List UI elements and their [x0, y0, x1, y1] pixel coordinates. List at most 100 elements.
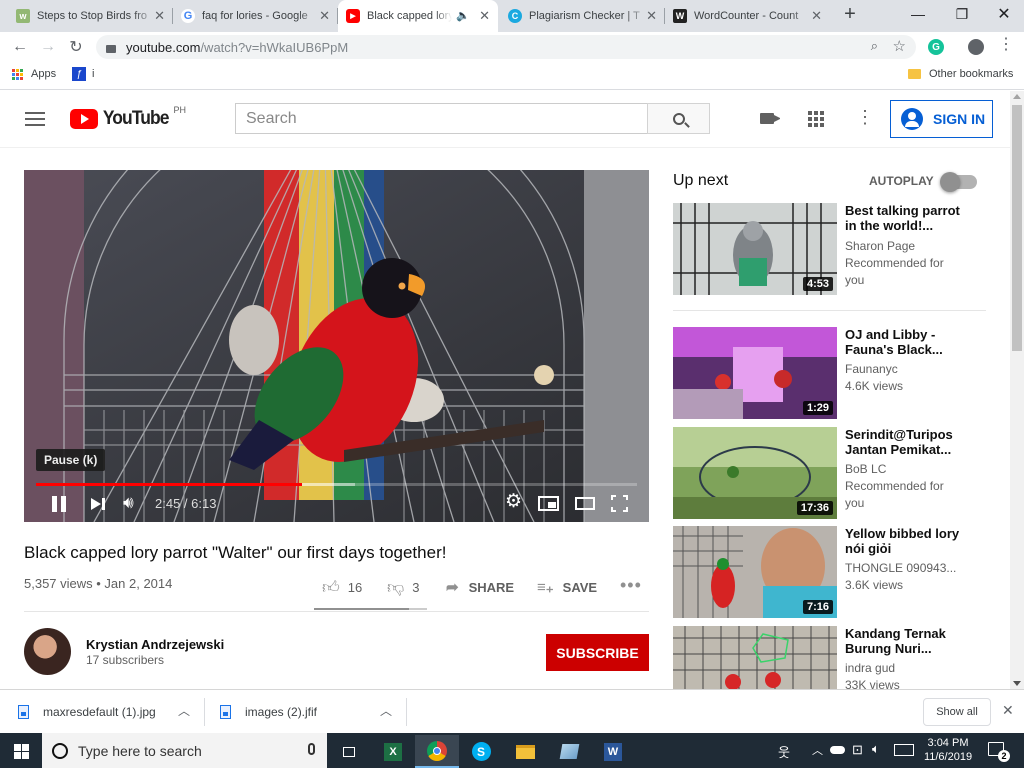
- recommended-video[interactable]: 7:16 Yellow bibbed lory nói giỏi THONGLE…: [673, 526, 1013, 618]
- progress-bar-track[interactable]: [36, 483, 637, 486]
- chrome-app-icon[interactable]: [415, 735, 459, 768]
- bookmark-star-icon[interactable]: ☆: [893, 37, 906, 55]
- menu-dots-icon[interactable]: ⋮: [998, 37, 1014, 53]
- people-icon[interactable]: 웃: [778, 742, 790, 761]
- page-scrollbar[interactable]: [1010, 91, 1024, 689]
- restore-button[interactable]: ❐: [942, 0, 982, 28]
- volume-tray-icon[interactable]: 🔈︎: [872, 741, 880, 757]
- dislike-button[interactable]: 👎︎ 3: [387, 577, 420, 598]
- share-button[interactable]: ➦ SHARE: [446, 578, 514, 596]
- chevron-up-icon[interactable]: ︿: [178, 702, 190, 719]
- create-video-icon[interactable]: [760, 113, 780, 124]
- show-all-button[interactable]: Show all: [923, 698, 991, 726]
- channel-name[interactable]: Krystian Andrzejewski: [86, 637, 224, 652]
- close-window-button[interactable]: ✕: [984, 0, 1024, 28]
- excel-app-icon[interactable]: X: [371, 735, 415, 768]
- windows-start-icon[interactable]: [0, 735, 42, 768]
- other-bookmarks[interactable]: Other bookmarks: [908, 68, 1013, 80]
- video-duration: 4:53: [802, 277, 833, 291]
- plagiarism-icon: C: [508, 9, 522, 23]
- bookmark-item[interactable]: ƒ i: [72, 67, 94, 81]
- video-thumbnail[interactable]: 7:16: [673, 526, 837, 618]
- back-arrow-icon[interactable]: ←: [8, 36, 32, 58]
- video-thumbnail[interactable]: 1:29: [673, 327, 837, 419]
- settings-gear-icon[interactable]: ⚙: [505, 492, 522, 512]
- tab-plagiarism-checker[interactable]: C Plagiarism Checker | T ✕: [500, 0, 665, 32]
- recommended-video[interactable]: 17:36 Serindit@Turipos Jantan Pemikat...…: [673, 427, 1013, 519]
- browser-tab-strip: w Steps to Stop Birds fro ✕ G faq for lo…: [0, 0, 1024, 32]
- minimize-button[interactable]: —: [898, 0, 938, 28]
- pause-icon[interactable]: [52, 496, 66, 512]
- fullscreen-icon[interactable]: [611, 495, 628, 512]
- search-button[interactable]: [647, 103, 710, 134]
- word-app-icon[interactable]: W: [591, 735, 635, 768]
- download-item[interactable]: images (2).jfif ︿: [220, 698, 400, 726]
- channel-avatar[interactable]: [24, 628, 71, 675]
- task-view-icon[interactable]: [327, 735, 371, 768]
- like-button[interactable]: 👍︎ 16: [322, 577, 362, 598]
- close-downloads-icon[interactable]: ✕: [1002, 702, 1014, 719]
- profile-avatar-icon[interactable]: [968, 39, 984, 55]
- reload-icon[interactable]: ↻: [64, 36, 88, 58]
- autoplay-toggle[interactable]: [940, 172, 977, 192]
- close-tab-icon[interactable]: ✕: [319, 9, 330, 23]
- close-tab-icon[interactable]: ✕: [646, 9, 657, 23]
- video-title: Best talking parrot in the world!...: [845, 203, 960, 233]
- settings-dots-icon[interactable]: ⋮: [856, 107, 874, 127]
- onedrive-cloud-icon[interactable]: [830, 746, 845, 754]
- header-divider: [0, 147, 1010, 148]
- tab-black-capped-lory[interactable]: ▶ Black capped lory 🔈 ✕: [338, 0, 498, 32]
- close-tab-icon[interactable]: ✕: [154, 9, 165, 23]
- tab-steps-to-stop-birds[interactable]: w Steps to Stop Birds fro ✕: [8, 0, 173, 32]
- next-icon[interactable]: [91, 498, 105, 510]
- clock[interactable]: 3:04 PM 11/6/2019: [922, 736, 974, 764]
- like-ratio-bar: [314, 608, 427, 610]
- scrollbar-thumb[interactable]: [1012, 105, 1022, 351]
- file-explorer-icon[interactable]: [503, 735, 547, 768]
- miniplayer-icon[interactable]: [538, 496, 559, 511]
- zoom-icon[interactable]: ⌕: [871, 38, 878, 54]
- youtube-logo[interactable]: YouTube PH: [70, 105, 186, 130]
- tab-faq-for-lories[interactable]: G faq for lories - Google ✕: [173, 0, 338, 32]
- taskbar-search-box[interactable]: Type here to search: [42, 733, 327, 768]
- recommended-video[interactable]: 4:53 Best talking parrot in the world!..…: [673, 203, 1013, 295]
- address-bar[interactable]: youtube.com/watch?v=hWkaIUB6PpM ⌕ ☆: [96, 35, 916, 59]
- show-hidden-icons-chevron[interactable]: ︿: [812, 742, 823, 758]
- skype-app-icon[interactable]: S: [459, 735, 503, 768]
- recommended-video[interactable]: 1:29 OJ and Libby - Fauna's Black... Fau…: [673, 327, 1013, 419]
- windows-taskbar: Type here to search X S W 웃 ︿ ⊡ 🔈︎ 3:04 …: [0, 733, 1024, 768]
- network-icon[interactable]: ⊡: [852, 742, 863, 758]
- new-tab-button[interactable]: +: [830, 0, 870, 28]
- recommendation-divider: [673, 310, 986, 311]
- sign-in-button[interactable]: SIGN IN: [890, 100, 993, 138]
- recommended-video[interactable]: Kandang Ternak Burung Nuri... indra gud …: [673, 626, 1013, 689]
- chevron-up-icon[interactable]: ︿: [380, 702, 392, 719]
- apps-shortcut[interactable]: Apps: [12, 68, 56, 80]
- video-player[interactable]: Pause (k) 🔊︎ 2:45 / 6:13 ⚙: [24, 170, 649, 522]
- scroll-up-arrow-icon[interactable]: [1013, 94, 1021, 99]
- more-actions-icon[interactable]: •••: [620, 575, 642, 596]
- video-thumbnail[interactable]: 4:53: [673, 203, 837, 295]
- keyboard-icon[interactable]: [894, 744, 914, 756]
- tab-wordcounter[interactable]: W WordCounter - Count ✕: [665, 0, 830, 32]
- volume-icon[interactable]: 🔊︎: [123, 494, 134, 512]
- video-meta: 3.6K views: [845, 578, 904, 592]
- time-display: 2:45 / 6:13: [155, 496, 217, 511]
- microphone-icon[interactable]: [308, 743, 315, 755]
- download-item[interactable]: maxresdefault (1).jpg ︿: [18, 698, 198, 726]
- forward-arrow-icon[interactable]: →: [36, 36, 60, 58]
- close-tab-icon[interactable]: ✕: [811, 9, 822, 23]
- video-thumbnail[interactable]: 17:36: [673, 427, 837, 519]
- search-input[interactable]: Search: [235, 103, 648, 134]
- save-button[interactable]: ≡₊ SAVE: [537, 578, 597, 596]
- logo-text: YouTube: [102, 108, 170, 129]
- apps-grid-icon[interactable]: [808, 111, 824, 127]
- store-app-icon[interactable]: [547, 735, 591, 768]
- close-tab-icon[interactable]: ✕: [479, 9, 490, 23]
- theater-mode-icon[interactable]: [575, 497, 595, 510]
- subscribe-button[interactable]: SUBSCRIBE: [546, 634, 649, 671]
- video-thumbnail[interactable]: [673, 626, 837, 689]
- hamburger-menu-icon[interactable]: [25, 112, 45, 126]
- grammarly-extension-icon[interactable]: G: [928, 39, 944, 55]
- scroll-down-arrow-icon[interactable]: [1013, 681, 1021, 686]
